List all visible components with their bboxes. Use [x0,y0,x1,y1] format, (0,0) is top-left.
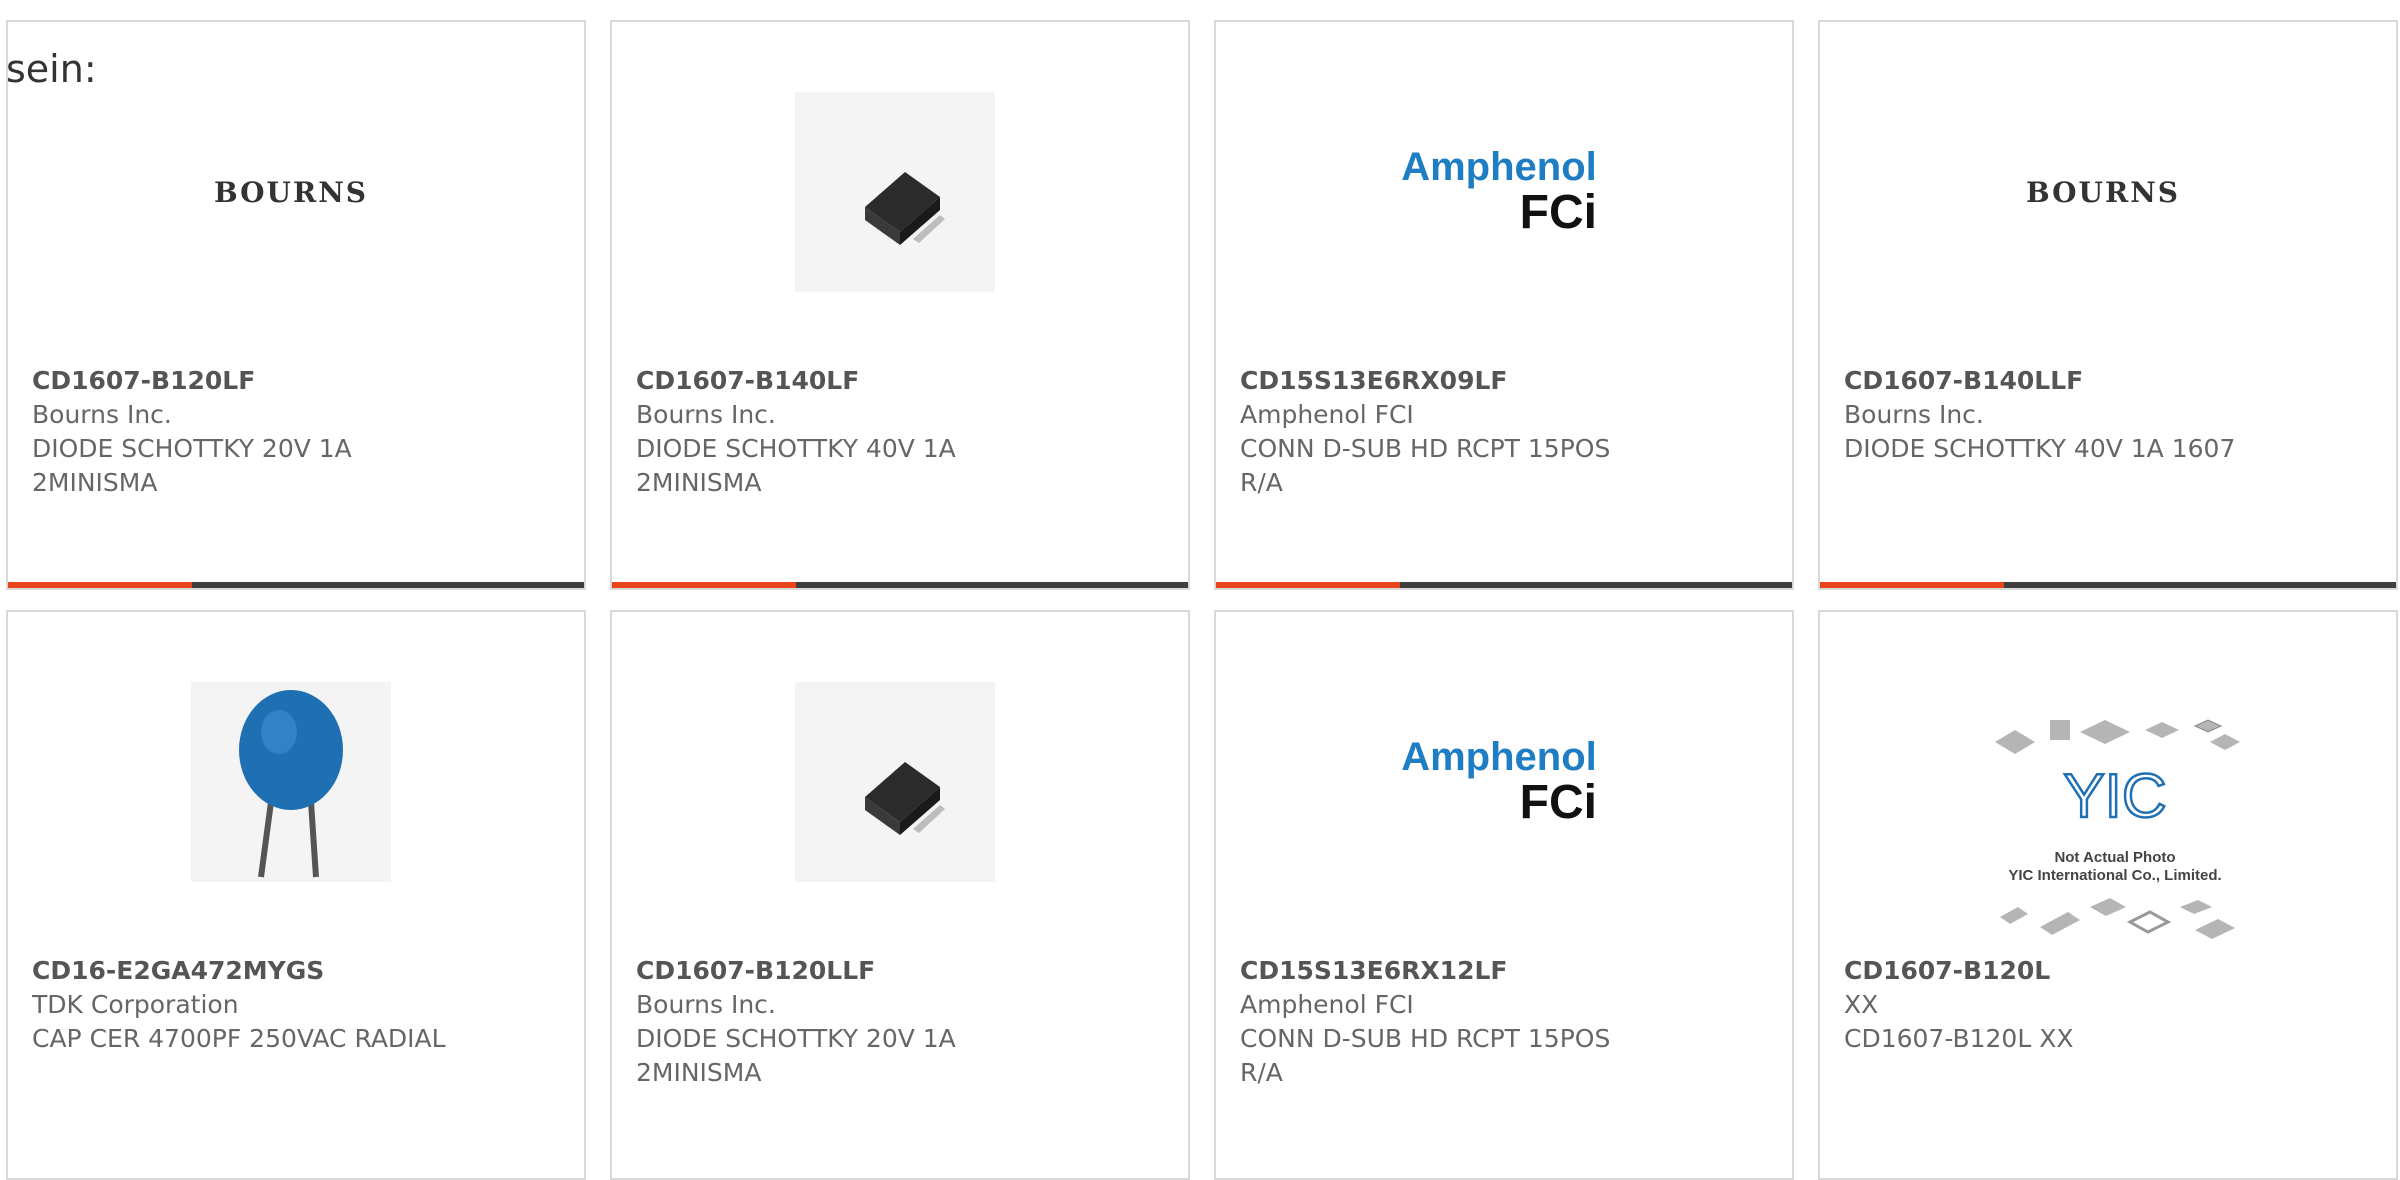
part-number-link[interactable]: CD15S13E6RX12LF [1240,954,1660,988]
manufacturer-name: TDK Corporation [32,990,239,1019]
product-card[interactable]: BOURNS CD1607-B120LF Bourns Inc. DIODE S… [6,20,586,590]
card-footer-bar [612,582,1188,588]
amphenol-fci-logo: Amphenol FCi [1401,735,1597,829]
card-footer-bar [1216,582,1792,588]
product-image-bourns-logo[interactable]: BOURNS [191,92,391,292]
part-number-link[interactable]: CD15S13E6RX09LF [1240,364,1660,398]
product-description: CONN D-SUB HD RCPT 15POS R/A [1240,434,1611,497]
product-image-capacitor[interactable] [191,682,391,882]
product-description: DIODE SCHOTTKY 20V 1A 2MINISMA [636,1024,956,1087]
product-grid: BOURNS CD1607-B120LF Bourns Inc. DIODE S… [6,20,2398,1180]
svg-text:Amphenol: Amphenol [1401,735,1597,779]
manufacturer-name: Bourns Inc. [1844,400,1984,429]
product-image-amphenol-logo[interactable]: Amphenol FCi [1399,92,1599,292]
part-number-link[interactable]: CD1607-B140LLF [1844,364,2264,398]
product-image-placeholder[interactable]: YIC Not Actual Photo YIC International C… [1980,702,2250,952]
card-accent-bar [1216,582,1400,588]
svg-text:Amphenol: Amphenol [1401,145,1597,189]
part-number-link[interactable]: CD1607-B120L [1844,954,2264,988]
product-card[interactable]: Amphenol FCi CD15S13E6RX12LF Amphenol FC… [1214,610,1794,1180]
part-number-link[interactable]: CD1607-B120LLF [636,954,1056,988]
card-footer-bar [1820,582,2396,588]
part-number-link[interactable]: CD16-E2GA472MYGS [32,954,452,988]
part-number-link[interactable]: CD1607-B120LF [32,364,452,398]
product-card[interactable]: CD1607-B120LLF Bourns Inc. DIODE SCHOTTK… [610,610,1190,1180]
svg-text:BOURNS: BOURNS [214,176,368,209]
product-description: DIODE SCHOTTKY 20V 1A 2MINISMA [32,434,352,497]
smd-diode-icon [865,762,945,835]
ceramic-capacitor-icon [239,690,343,878]
product-image-amphenol-logo[interactable]: Amphenol FCi [1399,682,1599,882]
manufacturer-name: XX [1844,990,1879,1019]
product-card[interactable]: CD1607-B140LF Bourns Inc. DIODE SCHOTTKY… [610,20,1190,590]
smd-diode-icon [865,172,945,245]
part-number-link[interactable]: CD1607-B140LF [636,364,1056,398]
product-card[interactable]: YIC Not Actual Photo YIC International C… [1818,610,2398,1180]
bourns-logo: BOURNS [214,176,368,209]
card-footer-bar [8,582,584,588]
product-image-smd-diode[interactable] [795,92,995,292]
product-description: DIODE SCHOTTKY 40V 1A 1607 [1844,434,2236,463]
manufacturer-name: Bourns Inc. [636,400,776,429]
yic-placeholder-icon: YIC Not Actual Photo YIC International C… [1995,719,2240,939]
product-card[interactable]: BOURNS CD1607-B140LLF Bourns Inc. DIODE … [1818,20,2398,590]
svg-text:Not Actual Photo: Not Actual Photo [2054,849,2175,866]
product-description: CONN D-SUB HD RCPT 15POS R/A [1240,1024,1611,1087]
manufacturer-name: Amphenol FCI [1240,400,1414,429]
manufacturer-name: Bourns Inc. [636,990,776,1019]
product-card[interactable]: Amphenol FCi CD15S13E6RX09LF Amphenol FC… [1214,20,1794,590]
product-description: CAP CER 4700PF 250VAC RADIAL [32,1024,446,1053]
card-accent-bar [612,582,796,588]
intro-text: sein: [6,47,97,91]
product-card[interactable]: CD16-E2GA472MYGS TDK Corporation CAP CER… [6,610,586,1180]
svg-text:YIC: YIC [2063,762,2166,831]
svg-text:FCi: FCi [1520,776,1597,829]
manufacturer-name: Amphenol FCI [1240,990,1414,1019]
bourns-logo: BOURNS [2026,176,2180,209]
card-accent-bar [1820,582,2004,588]
product-description: DIODE SCHOTTKY 40V 1A 2MINISMA [636,434,956,497]
product-description: CD1607-B120L XX [1844,1024,2074,1053]
amphenol-fci-logo: Amphenol FCi [1401,145,1597,239]
svg-text:YIC International Co., Limited: YIC International Co., Limited. [2008,867,2221,884]
card-accent-bar [8,582,192,588]
svg-text:BOURNS: BOURNS [2026,176,2180,209]
product-image-bourns-logo[interactable]: BOURNS [2003,92,2203,292]
svg-text:FCi: FCi [1520,186,1597,239]
manufacturer-name: Bourns Inc. [32,400,172,429]
product-image-smd-diode[interactable] [795,682,995,882]
